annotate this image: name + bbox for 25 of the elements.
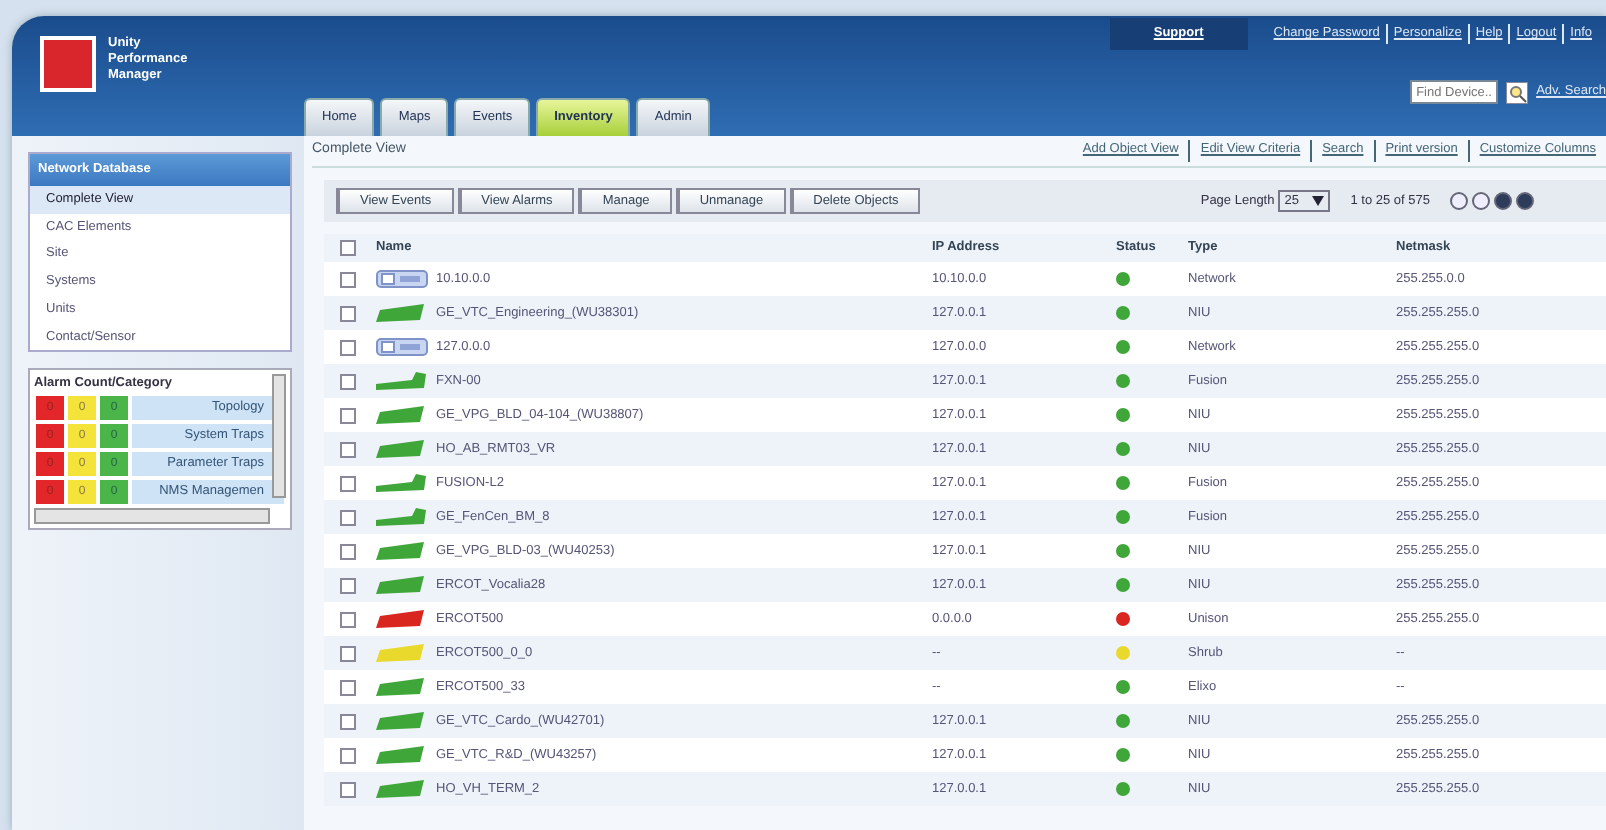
row-checkbox[interactable] [340,475,356,492]
row-checkbox[interactable] [340,747,356,764]
row-checkbox[interactable] [340,271,356,288]
select-all-checkbox[interactable] [340,240,356,257]
row-checkbox[interactable] [340,713,356,730]
row-checkbox[interactable] [340,373,356,390]
row-checkbox[interactable] [340,577,356,594]
logo-icon [40,36,96,92]
first-page-button[interactable] [1450,191,1468,210]
vertical-scrollbar [272,374,286,499]
row-checkbox[interactable] [340,543,356,560]
row-checkbox[interactable] [340,781,356,798]
caret-icon [1312,195,1325,206]
next-page-button[interactable] [1494,191,1512,210]
row-checkbox[interactable] [340,679,356,696]
row-checkbox[interactable] [340,611,356,628]
row-checkbox[interactable] [340,509,356,526]
search-icon[interactable] [1506,81,1529,103]
last-page-button[interactable] [1516,191,1534,210]
row-checkbox[interactable] [340,339,356,356]
row-checkbox[interactable] [340,305,356,322]
previous-page-button[interactable] [1472,191,1490,210]
row-checkbox[interactable] [340,407,356,424]
row-checkbox[interactable] [340,645,356,662]
row-checkbox[interactable] [340,441,356,458]
